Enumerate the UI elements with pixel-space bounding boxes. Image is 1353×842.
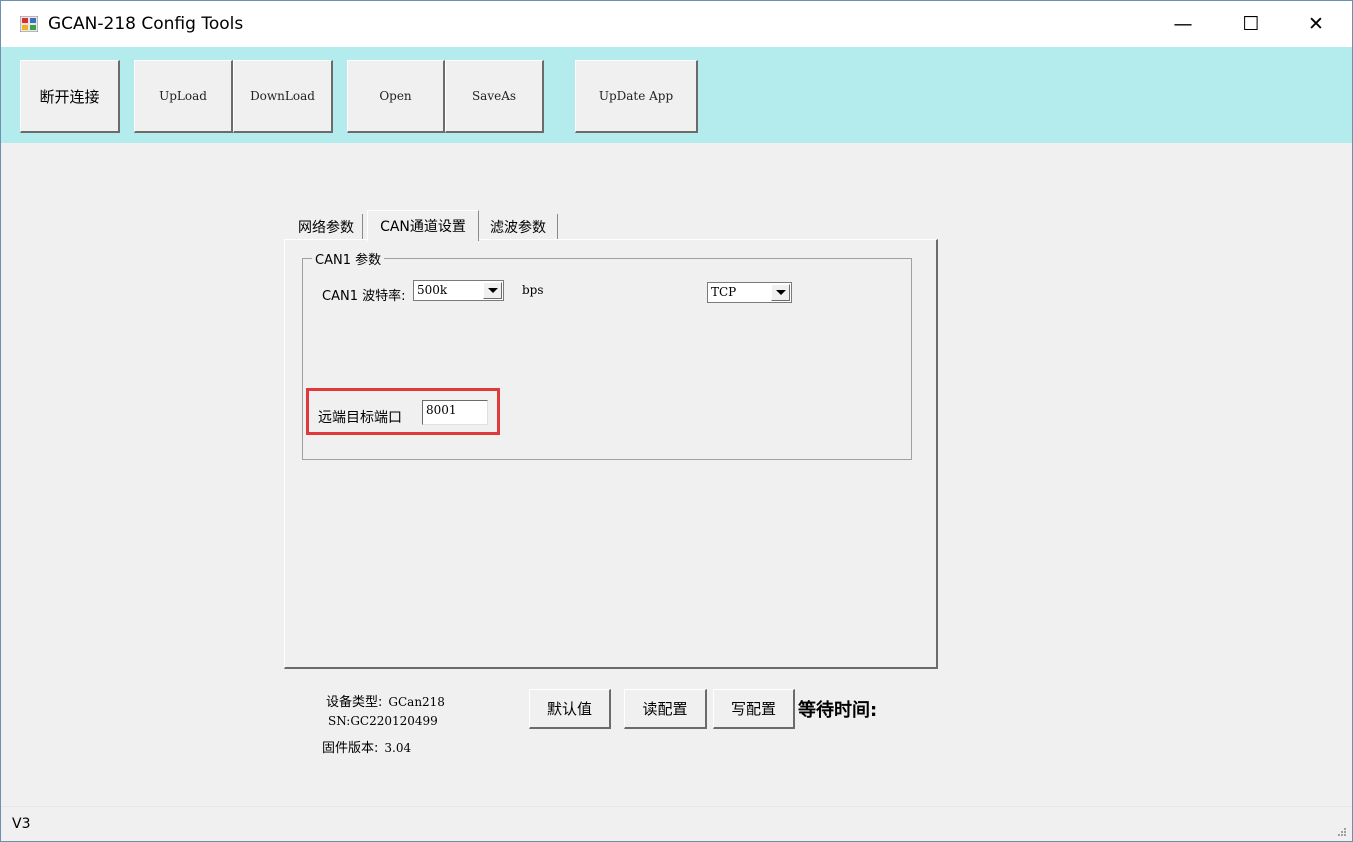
tab-filter-params[interactable]: 滤波参数 [479, 214, 558, 240]
protocol-value: TCP [711, 285, 737, 299]
baud-rate-label: CAN1 波特率: [322, 289, 406, 304]
baud-rate-select[interactable]: 500k [413, 280, 504, 301]
can1-group-legend: CAN1 参数 [312, 249, 385, 268]
dropdown-arrow-icon[interactable] [483, 282, 502, 299]
download-button[interactable]: DownLoad [233, 60, 333, 133]
firmware-row: 固件版本: 3.04 [322, 737, 411, 756]
saveas-button[interactable]: SaveAs [445, 60, 544, 133]
title-bar: GCAN-218 Config Tools — ☐ ✕ [1, 1, 1352, 47]
wait-time-label: 等待时间: [798, 700, 878, 721]
remote-port-label: 远端目标端口 [318, 410, 402, 426]
resize-grip-icon[interactable] [1336, 826, 1346, 836]
maximize-icon[interactable]: ☐ [1219, 1, 1283, 47]
remote-port-input[interactable]: 8001 [422, 400, 488, 425]
default-values-button[interactable]: 默认值 [529, 689, 611, 729]
tab-network-params[interactable]: 网络参数 [290, 214, 363, 240]
update-app-button[interactable]: UpDate App [575, 60, 698, 133]
write-config-button[interactable]: 写配置 [713, 689, 795, 729]
main-window: GCAN-218 Config Tools — ☐ ✕ 断开连接 UpLoad … [0, 0, 1353, 842]
window-title: GCAN-218 Config Tools [48, 14, 244, 34]
dropdown-arrow-icon[interactable] [771, 284, 790, 301]
firmware-value: 3.04 [384, 741, 412, 755]
device-type-label: 设备类型: [326, 695, 383, 710]
device-type-row: 设备类型: GCan218 [326, 691, 445, 710]
device-type-value: GCan218 [388, 695, 445, 709]
baud-rate-value: 500k [417, 283, 448, 297]
open-button[interactable]: Open [347, 60, 445, 133]
version-status: V3 [12, 816, 31, 832]
baud-unit-label: bps [522, 283, 544, 297]
protocol-select[interactable]: TCP [707, 282, 792, 303]
serial-number: SN:GC220120499 [328, 714, 438, 728]
toolbar: 断开连接 UpLoad DownLoad Open SaveAs UpDate … [1, 47, 1352, 143]
status-bar: V3 [1, 806, 1352, 841]
minimize-icon[interactable]: — [1151, 1, 1215, 47]
close-icon[interactable]: ✕ [1284, 1, 1348, 47]
upload-button[interactable]: UpLoad [134, 60, 233, 133]
tab-can-channel[interactable]: CAN通道设置 [367, 210, 479, 241]
app-icon [20, 16, 38, 32]
firmware-label: 固件版本: [322, 741, 379, 756]
disconnect-button[interactable]: 断开连接 [20, 60, 120, 133]
read-config-button[interactable]: 读配置 [624, 689, 707, 729]
